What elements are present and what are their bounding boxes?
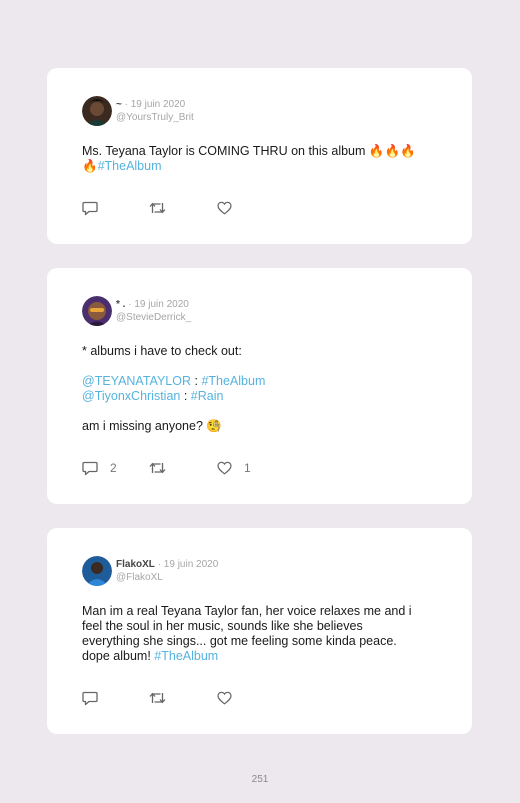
retweet-button[interactable] [149,200,166,216]
fire-emoji: 🔥 [82,159,98,173]
hashtag-link[interactable]: #TheAlbum [201,374,265,388]
tweet-card: FlakoXL · 19 juin 2020 @FlakoXL Man im a… [47,528,472,734]
reply-icon [82,201,98,215]
tweet-card: * . · 19 juin 2020 @StevieDerrick_ * alb… [47,268,472,504]
like-icon [217,461,232,475]
hashtag-link[interactable]: #TheAlbum [154,649,218,663]
tweet-text: * albums i have to check out: @TEYANATAY… [82,344,266,433]
avatar[interactable] [82,296,112,326]
tweet-actions [82,200,282,216]
handle[interactable]: @StevieDerrick_ [116,311,191,324]
tweet-actions: 2 1 [82,460,282,476]
retweet-icon [149,202,166,214]
retweet-icon [149,462,166,474]
hashtag-link[interactable]: #Rain [191,389,224,403]
like-button[interactable]: 1 [217,460,251,476]
tweet-card: ~ · 19 juin 2020 @YoursTruly_Brit Ms. Te… [47,68,472,244]
reply-count: 2 [110,461,117,475]
reply-button[interactable] [82,200,110,216]
tweet-actions [82,690,282,706]
like-count: 1 [244,461,251,475]
reply-button[interactable] [82,690,110,706]
mention-link[interactable]: @TEYANATAYLOR [82,374,191,388]
tweet-date: · 19 juin 2020 [124,99,186,110]
retweet-button[interactable] [149,460,166,476]
like-button[interactable] [217,200,244,216]
display-name[interactable]: ~ [116,99,122,110]
thinking-emoji: 🧐 [206,419,222,433]
mention-link[interactable]: @TiyonxChristian [82,389,180,403]
display-name[interactable]: FlakoXL [116,559,155,570]
like-icon [217,691,232,705]
fire-emoji: 🔥🔥🔥 [368,144,416,158]
hashtag-link[interactable]: #TheAlbum [98,159,162,173]
tweet-date: · 19 juin 2020 [157,559,219,570]
reply-button[interactable]: 2 [82,460,117,476]
reply-icon [82,691,98,705]
reply-icon [82,461,98,475]
tweet-date: · 19 juin 2020 [128,299,189,310]
display-name[interactable]: * . [116,299,125,310]
retweet-button[interactable] [149,690,166,706]
like-icon [217,201,232,215]
tweet-text: Man im a real Teyana Taylor fan, her voi… [82,604,412,663]
avatar[interactable] [82,556,112,586]
retweet-icon [149,692,166,704]
avatar[interactable] [82,96,112,126]
like-button[interactable] [217,690,244,706]
tweet-text: Ms. Teyana Taylor is COMING THRU on this… [82,144,416,173]
handle[interactable]: @FlakoXL [116,571,218,584]
page-number: 251 [251,774,269,785]
handle[interactable]: @YoursTruly_Brit [116,111,194,124]
